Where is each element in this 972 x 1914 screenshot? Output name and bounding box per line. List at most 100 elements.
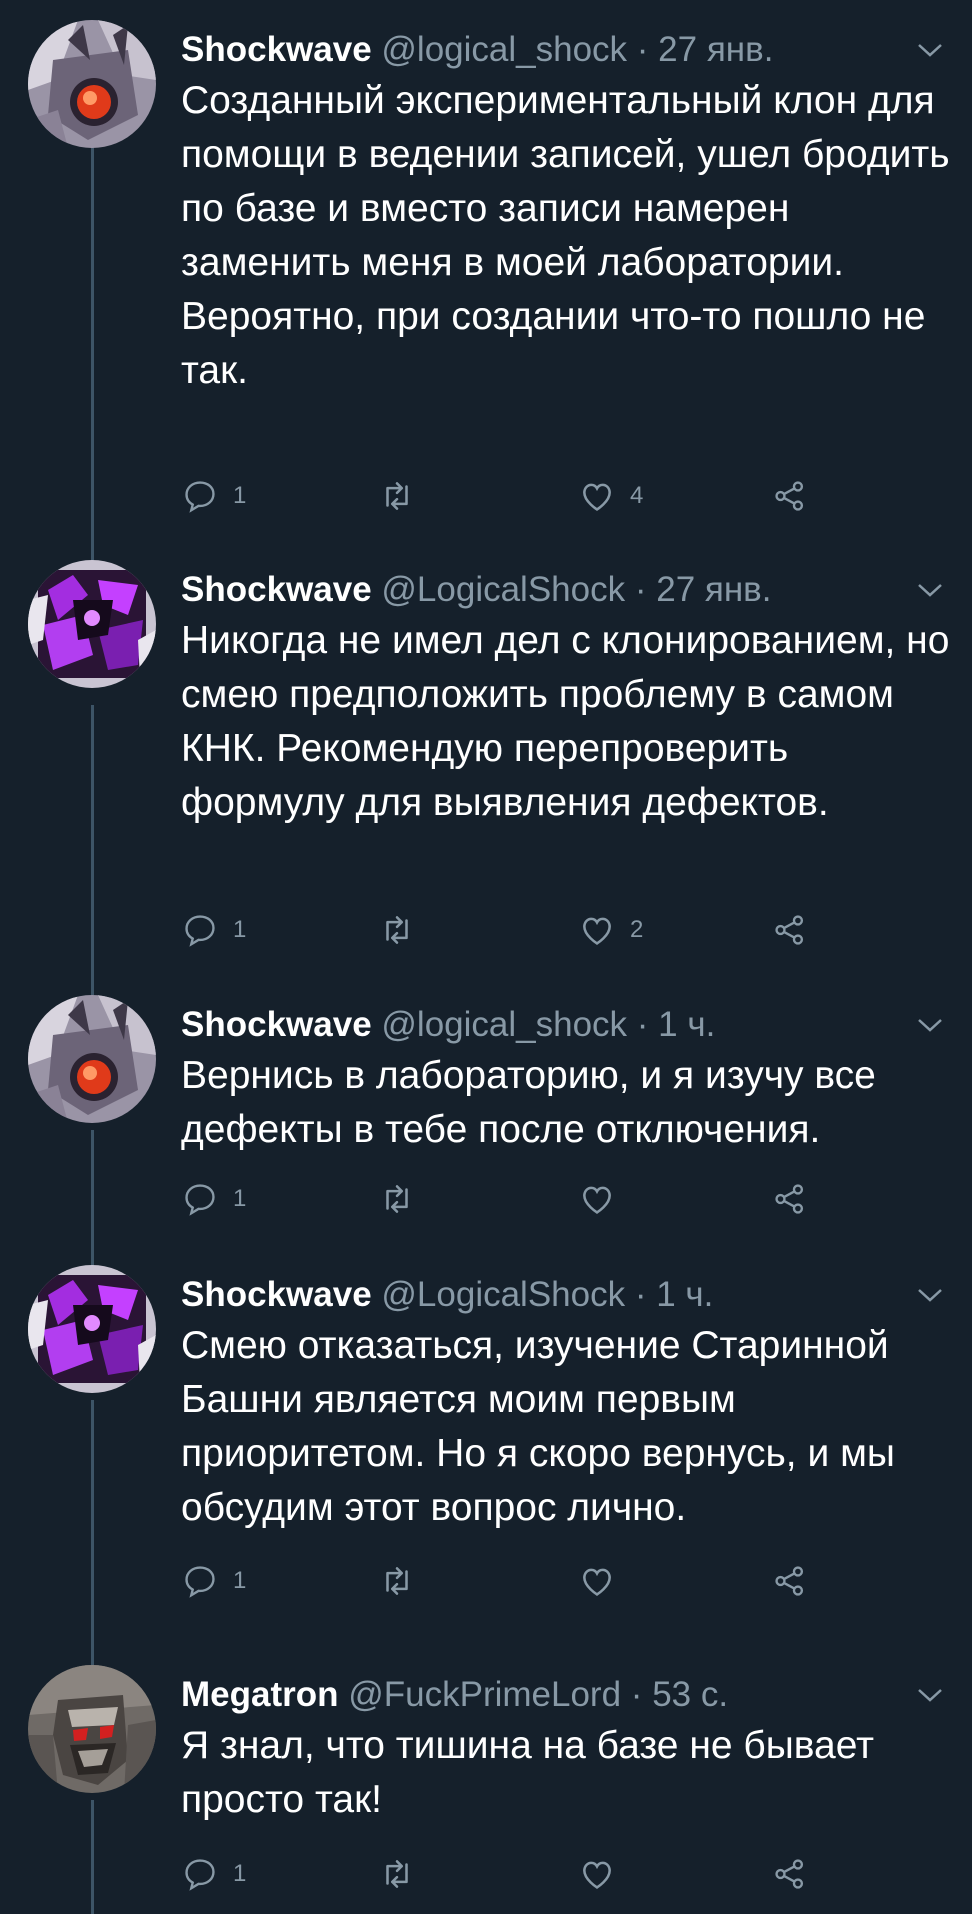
tweet-time[interactable]: 1 ч.: [656, 1275, 713, 1314]
retweet-button[interactable]: [378, 1559, 430, 1603]
tweet-time[interactable]: 53 с.: [652, 1675, 728, 1714]
like-icon: [583, 1186, 611, 1214]
reply-button[interactable]: 1: [181, 1559, 246, 1603]
reply-button[interactable]: 1: [181, 1177, 246, 1221]
retweet-icon: [386, 916, 408, 944]
separator-dot: ·: [634, 1275, 647, 1314]
tweet[interactable]: Megatron @FuckPrimeLord · 53 с. Я знал, …: [0, 1665, 972, 1905]
tweet[interactable]: Shockwave @logical_shock · 27 янв. Созда…: [0, 20, 972, 520]
retweet-icon: [386, 1567, 408, 1595]
like-button[interactable]: 2: [578, 908, 643, 952]
chevron-down-icon[interactable]: [916, 40, 944, 60]
chevron-down-icon[interactable]: [916, 1285, 944, 1305]
reply-count: 1: [233, 916, 247, 943]
share-button[interactable]: [771, 474, 809, 518]
like-button[interactable]: [578, 1559, 630, 1603]
retweet-button[interactable]: [378, 1177, 430, 1221]
avatar[interactable]: [28, 1665, 156, 1793]
shockwave-purple-avatar: [28, 1265, 156, 1393]
tweet-header: Shockwave @LogicalShock · 27 янв.: [181, 566, 952, 614]
tweet[interactable]: Shockwave @LogicalShock · 1 ч. Смею отка…: [0, 1265, 972, 1615]
share-button[interactable]: [771, 908, 809, 952]
tweet-text: Смею отказаться, изучение Старинной Башн…: [181, 1324, 895, 1529]
reply-count: 1: [233, 1567, 247, 1594]
chevron-down-icon[interactable]: [916, 580, 944, 600]
shockwave-grey-avatar: [28, 995, 156, 1123]
chevron-down-icon[interactable]: [916, 1015, 944, 1035]
reply-count: 1: [233, 1185, 247, 1212]
separator-dot: ·: [636, 1005, 649, 1044]
separator-dot: ·: [634, 570, 647, 609]
tweet-actions: 1: [181, 1559, 821, 1603]
retweet-button[interactable]: [378, 1852, 430, 1896]
share-button[interactable]: [771, 1559, 809, 1603]
reply-icon: [185, 1566, 215, 1598]
reply-button[interactable]: 1: [181, 1852, 246, 1896]
share-icon: [775, 481, 804, 511]
like-button[interactable]: 4: [578, 474, 643, 518]
share-button[interactable]: [771, 1177, 809, 1221]
like-count: 4: [630, 482, 644, 509]
like-icon: [583, 1861, 611, 1889]
tweet-header: Shockwave @logical_shock · 27 янв.: [181, 26, 952, 74]
tweet-time[interactable]: 1 ч.: [658, 1005, 715, 1044]
tweet-text: Я знал, что тишина на базе не бывает про…: [181, 1724, 874, 1821]
reply-count: 1: [233, 1860, 247, 1887]
avatar[interactable]: [28, 20, 156, 148]
author-handle[interactable]: @logical_shock: [381, 30, 627, 69]
tweet-actions: 1 4: [181, 474, 821, 518]
like-button[interactable]: [578, 1177, 630, 1221]
reply-button[interactable]: 1: [181, 474, 246, 518]
avatar[interactable]: [28, 995, 156, 1123]
tweet-text: Созданный экспериментальный клон для пом…: [181, 79, 950, 392]
tweet-actions: 1 2: [181, 908, 821, 952]
tweet-time[interactable]: 27 янв.: [658, 30, 773, 69]
author-name[interactable]: Shockwave: [181, 30, 372, 69]
reply-icon: [185, 1184, 215, 1216]
tweet-actions: 1: [181, 1852, 821, 1896]
separator-dot: ·: [636, 30, 649, 69]
retweet-button[interactable]: [378, 474, 430, 518]
tweet-header: Megatron @FuckPrimeLord · 53 с.: [181, 1671, 952, 1719]
separator-dot: ·: [630, 1675, 643, 1714]
retweet-icon: [386, 482, 408, 510]
megatron-avatar: [28, 1665, 156, 1793]
author-name[interactable]: Megatron: [181, 1675, 339, 1714]
tweet[interactable]: Shockwave @LogicalShock · 27 янв. Никогд…: [0, 560, 972, 960]
author-handle[interactable]: @LogicalShock: [381, 570, 625, 609]
share-icon: [775, 1184, 804, 1214]
author-handle[interactable]: @LogicalShock: [381, 1275, 625, 1314]
author-name[interactable]: Shockwave: [181, 1275, 372, 1314]
share-icon: [775, 915, 804, 945]
author-handle[interactable]: @logical_shock: [381, 1005, 627, 1044]
like-icon: [583, 483, 611, 511]
like-button[interactable]: [578, 1852, 630, 1896]
avatar[interactable]: [28, 560, 156, 688]
tweet-text: Вернись в лабораторию, и я изучу все деф…: [181, 1054, 876, 1151]
tweet-header: Shockwave @logical_shock · 1 ч.: [181, 1001, 952, 1049]
tweet-time[interactable]: 27 янв.: [656, 570, 771, 609]
author-name[interactable]: Shockwave: [181, 570, 372, 609]
like-icon: [583, 917, 611, 945]
chevron-down-icon[interactable]: [916, 1685, 944, 1705]
tweet-thread: Shockwave @logical_shock · 27 янв. Созда…: [0, 0, 972, 1914]
retweet-icon: [386, 1860, 408, 1888]
shockwave-grey-avatar: [28, 20, 156, 148]
tweet-header: Shockwave @LogicalShock · 1 ч.: [181, 1271, 952, 1319]
share-icon: [775, 1859, 804, 1889]
reply-count: 1: [233, 482, 247, 509]
reply-icon: [185, 481, 215, 513]
like-icon: [583, 1568, 611, 1596]
avatar[interactable]: [28, 1265, 156, 1393]
reply-icon: [185, 915, 215, 947]
author-name[interactable]: Shockwave: [181, 1005, 372, 1044]
retweet-button[interactable]: [378, 908, 430, 952]
tweet-actions: 1: [181, 1177, 821, 1221]
shockwave-purple-avatar: [28, 560, 156, 688]
tweet-text: Никогда не имел дел с клонированием, но …: [181, 619, 950, 824]
author-handle[interactable]: @FuckPrimeLord: [348, 1675, 621, 1714]
share-button[interactable]: [771, 1852, 809, 1896]
reply-icon: [185, 1859, 215, 1891]
reply-button[interactable]: 1: [181, 908, 246, 952]
tweet[interactable]: Shockwave @logical_shock · 1 ч. Вернись …: [0, 995, 972, 1235]
